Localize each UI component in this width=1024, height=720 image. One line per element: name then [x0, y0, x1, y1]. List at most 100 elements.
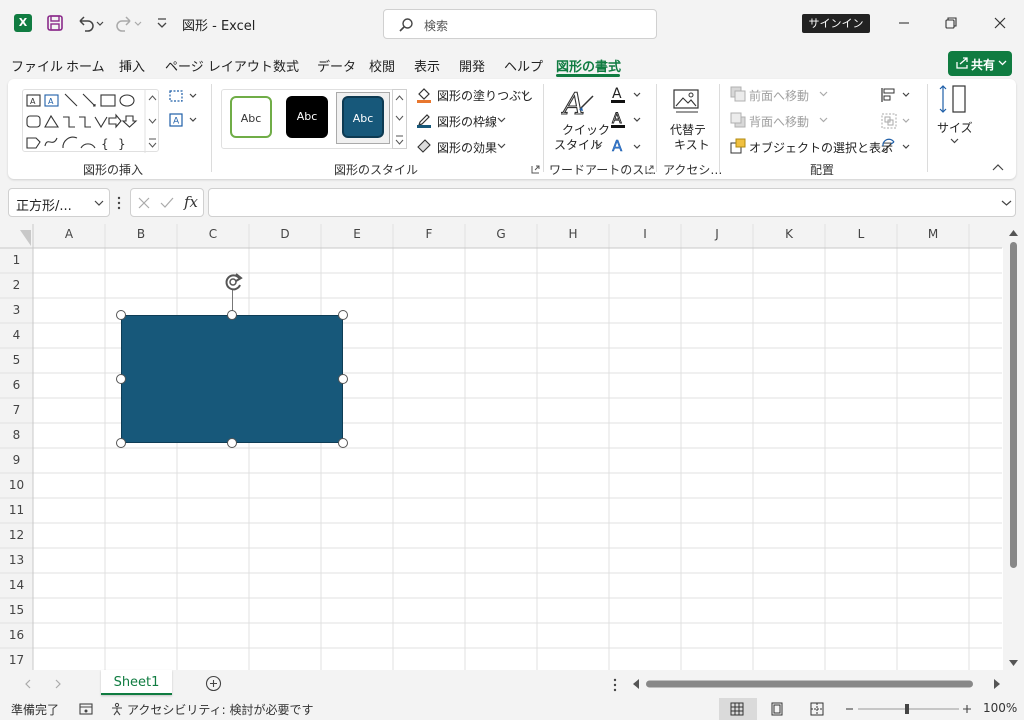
macro-recording-icon[interactable]	[79, 702, 93, 716]
page-layout-view-icon[interactable]	[770, 702, 784, 716]
more-options-icon[interactable]	[612, 678, 618, 692]
tab-shape-format[interactable]: 図形の書式	[556, 56, 621, 75]
column-header-b[interactable]: B	[105, 224, 177, 244]
enter-icon[interactable]	[160, 197, 174, 209]
redo-icon[interactable]	[114, 14, 142, 32]
formula-input[interactable]	[208, 188, 1016, 217]
text-box-icon[interactable]: A	[168, 112, 200, 128]
bring-forward-button[interactable]: 前面へ移動	[749, 87, 809, 104]
tab-home[interactable]: ホーム	[66, 56, 105, 75]
scroll-sheets-left-icon[interactable]	[24, 679, 32, 689]
tab-file[interactable]: ファイル	[11, 56, 63, 75]
tab-view[interactable]: 表示	[414, 56, 440, 75]
dialog-launcher-icon[interactable]	[645, 165, 654, 174]
tab-data[interactable]: データ	[317, 56, 356, 75]
worksheet-grid[interactable]	[0, 224, 1024, 670]
shape-outline-button[interactable]: 図形の枠線	[437, 113, 497, 130]
shape-style-blue[interactable]: Abc	[342, 96, 384, 138]
row-header-9[interactable]: 9	[0, 448, 33, 473]
scroll-sheets-right-icon[interactable]	[54, 679, 62, 689]
signin-button[interactable]: サインイン	[802, 14, 870, 33]
align-icon[interactable]	[880, 86, 914, 104]
tab-formulas[interactable]: 数式	[273, 56, 299, 75]
column-header-i[interactable]: I	[609, 224, 681, 244]
shape-styles-scroll[interactable]	[392, 89, 407, 149]
status-accessibility[interactable]: アクセシビリティ: 検討が必要です	[127, 701, 314, 718]
rotation-handle-icon[interactable]	[221, 270, 247, 294]
alt-text-label-2[interactable]: キスト	[674, 136, 710, 153]
rotate-icon[interactable]	[880, 138, 914, 156]
resize-handle[interactable]	[227, 438, 237, 448]
row-header-11[interactable]: 11	[0, 498, 33, 523]
zoom-level[interactable]: 100%	[983, 701, 1017, 715]
tab-page-layout[interactable]: ページ レイアウト	[165, 56, 273, 75]
accessibility-icon[interactable]	[110, 702, 124, 716]
row-header-6[interactable]: 6	[0, 373, 33, 398]
column-header-l[interactable]: L	[825, 224, 897, 244]
selected-rectangle-shape[interactable]	[121, 315, 343, 443]
column-header-g[interactable]: G	[465, 224, 537, 244]
column-header-j[interactable]: J	[681, 224, 753, 244]
selection-pane-button[interactable]: オブジェクトの選択と表示	[749, 139, 893, 156]
resize-handle[interactable]	[338, 310, 348, 320]
sheet-tab-sheet1[interactable]: Sheet1	[101, 670, 172, 695]
row-header-7[interactable]: 7	[0, 398, 33, 423]
minimize-icon[interactable]	[897, 16, 911, 30]
shape-fill-button[interactable]: 図形の塗りつぶし	[437, 87, 533, 104]
column-header-e[interactable]: E	[321, 224, 393, 244]
tab-developer[interactable]: 開発	[459, 56, 485, 75]
row-header-3[interactable]: 3	[0, 298, 33, 323]
row-header-14[interactable]: 14	[0, 573, 33, 598]
resize-handle[interactable]	[116, 374, 126, 384]
size-button[interactable]: サイズ	[937, 119, 973, 136]
text-fill-icon[interactable]: A	[610, 85, 644, 105]
resize-handle[interactable]	[338, 374, 348, 384]
resize-handle[interactable]	[338, 438, 348, 448]
restore-icon[interactable]	[944, 16, 958, 30]
edit-shape-icon[interactable]	[168, 88, 200, 104]
resize-handle[interactable]	[116, 438, 126, 448]
page-break-view-icon[interactable]	[810, 702, 824, 716]
row-header-1[interactable]: 1	[0, 248, 33, 273]
row-header-15[interactable]: 15	[0, 598, 33, 623]
resize-handle[interactable]	[116, 310, 126, 320]
expand-formula-bar-icon[interactable]	[1001, 199, 1012, 207]
shapes-gallery[interactable]: A A {}	[22, 89, 159, 153]
search-box[interactable]: 検索	[383, 9, 657, 39]
horizontal-scrollbar[interactable]	[630, 676, 1004, 692]
name-box[interactable]: 正方形/...	[8, 188, 110, 217]
collapse-ribbon-icon[interactable]	[992, 163, 1004, 172]
cancel-icon[interactable]	[138, 197, 150, 209]
row-header-10[interactable]: 10	[0, 473, 33, 498]
normal-view-icon[interactable]	[730, 702, 744, 716]
text-outline-icon[interactable]: A	[610, 110, 644, 130]
column-header-d[interactable]: D	[249, 224, 321, 244]
dialog-launcher-icon[interactable]	[531, 165, 540, 174]
row-header-8[interactable]: 8	[0, 423, 33, 448]
row-header-13[interactable]: 13	[0, 548, 33, 573]
column-header-m[interactable]: M	[897, 224, 969, 244]
shape-style-outline-green[interactable]: Abc	[230, 96, 272, 138]
add-sheet-icon[interactable]	[205, 675, 222, 692]
tab-review[interactable]: 校閲	[369, 56, 395, 75]
row-header-5[interactable]: 5	[0, 348, 33, 373]
undo-icon[interactable]	[76, 14, 104, 32]
save-icon[interactable]	[46, 14, 64, 32]
column-header-f[interactable]: F	[393, 224, 465, 244]
column-header-h[interactable]: H	[537, 224, 609, 244]
resize-handle[interactable]	[227, 310, 237, 320]
row-header-16[interactable]: 16	[0, 623, 33, 648]
column-header-c[interactable]: C	[177, 224, 249, 244]
column-header-a[interactable]: A	[33, 224, 105, 244]
close-icon[interactable]	[993, 16, 1007, 30]
tab-insert[interactable]: 挿入	[119, 56, 145, 75]
customize-quick-access-icon[interactable]	[156, 16, 168, 30]
insert-function-button[interactable]: fx	[184, 193, 198, 211]
zoom-slider[interactable]	[845, 701, 973, 717]
row-header-12[interactable]: 12	[0, 523, 33, 548]
column-header-k[interactable]: K	[753, 224, 825, 244]
shape-style-black[interactable]: Abc	[286, 96, 328, 138]
tab-help[interactable]: ヘルプ	[504, 56, 543, 75]
text-effects-icon[interactable]: A	[610, 136, 644, 156]
shape-effects-button[interactable]: 図形の効果	[437, 139, 497, 156]
